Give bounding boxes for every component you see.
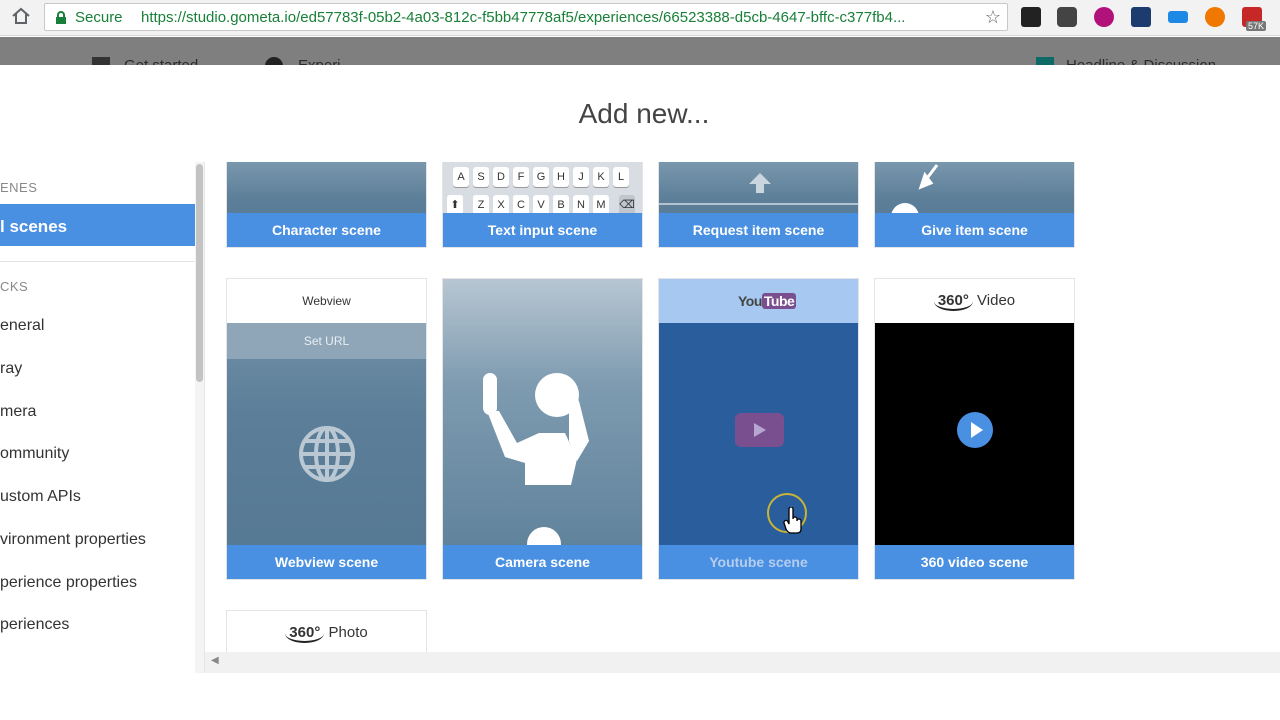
card-webview-scene[interactable]: Webview Set URL Webview scene [226, 278, 427, 580]
secure-label: Secure [75, 9, 123, 26]
url-bar: Set URL [227, 323, 426, 359]
ext-badge: 57K [1246, 21, 1267, 31]
url-text[interactable]: https://studio.gometa.io/ed57783f-05b2-4… [141, 9, 977, 26]
shift-key-icon: ⬆ [447, 195, 463, 215]
play-icon [754, 423, 766, 437]
keyboard-graphic: A S D F G H J K L ⬆ Z X C V B N M ⌫ [443, 162, 642, 215]
divider-line [659, 203, 858, 205]
bookmark-star-icon[interactable]: ☆ [985, 7, 1001, 28]
key: B [553, 195, 569, 215]
play-button [957, 412, 993, 448]
app-icon [92, 57, 110, 65]
key: X [493, 195, 509, 215]
sidebar-item-general[interactable]: eneral [0, 317, 44, 335]
hand-cursor-icon [783, 507, 802, 534]
key: V [533, 195, 549, 215]
key: S [473, 167, 489, 187]
youtube-logo: You Tube [738, 293, 797, 309]
card-label: Webview scene [227, 545, 426, 579]
browser-toolbar: Secure https://studio.gometa.io/ed57783f… [0, 0, 1280, 36]
arrow-up-icon [749, 173, 771, 193]
card-360-video-scene[interactable]: 360° Video 360 video scene [874, 278, 1075, 580]
lock-icon [55, 11, 67, 30]
youtube-logo-tube: Tube [761, 293, 797, 309]
scroll-left-arrow-icon[interactable]: ◀ [211, 655, 219, 666]
card-header-label: Video [977, 292, 1016, 309]
card-header: 360° Video [875, 279, 1074, 323]
key: J [573, 167, 589, 187]
ext-shield-icon[interactable] [1021, 7, 1041, 27]
sidebar-item-label: l scenes [0, 217, 68, 236]
ext-n-icon[interactable] [1131, 7, 1151, 27]
ext-bulb-icon[interactable] [1057, 7, 1077, 27]
card-character-scene[interactable]: Character scene [226, 162, 427, 248]
sidebar-section-blocks: CKS [0, 279, 29, 294]
appbar-item: Get started [124, 57, 198, 65]
card-label: Character scene [227, 213, 426, 247]
card-label: Give item scene [875, 213, 1074, 247]
key: D [493, 167, 509, 187]
card-label: Camera scene [443, 545, 642, 579]
card-text-input-scene[interactable]: A S D F G H J K L ⬆ Z X C V B N M ⌫ Text… [442, 162, 643, 248]
home-icon[interactable] [10, 6, 34, 28]
scene-grid: Character scene A S D F G H J K L ⬆ Z X … [205, 162, 1280, 652]
youtube-logo-you: You [738, 293, 762, 309]
key: F [513, 167, 529, 187]
selfie-person-icon [483, 373, 589, 485]
youtube-play-button [735, 413, 784, 447]
card-request-item-scene[interactable]: Request item scene [658, 162, 859, 248]
card-label: Youtube scene [659, 545, 858, 579]
sidebar-item-array[interactable]: ray [0, 360, 22, 378]
user-icon [265, 57, 283, 65]
card-camera-scene[interactable]: Camera scene [442, 278, 643, 580]
play-icon [971, 422, 983, 438]
sidebar-section-scenes: ENES [0, 180, 38, 195]
card-give-item-scene[interactable]: Give item scene [874, 162, 1075, 248]
sidebar-item-custom-apis[interactable]: ustom APIs [0, 488, 81, 506]
key: M [593, 195, 609, 215]
sidebar-item-experiences[interactable]: periences [0, 616, 69, 634]
key: L [613, 167, 629, 187]
key: N [573, 195, 589, 215]
sidebar-divider [0, 261, 195, 262]
arrow-down-left-icon [918, 164, 939, 190]
ext-circle-icon[interactable] [1094, 7, 1114, 27]
key: H [553, 167, 569, 187]
backspace-key-icon: ⌫ [619, 195, 635, 215]
horizontal-scrollbar[interactable]: ◀ [205, 652, 1280, 673]
card-header-label: Photo [328, 624, 368, 641]
globe-icon [299, 426, 355, 482]
card-label: Request item scene [659, 213, 858, 247]
key: A [453, 167, 469, 187]
card-label: 360 video scene [875, 545, 1074, 579]
status-icon [1036, 57, 1054, 65]
address-bar[interactable]: Secure https://studio.gometa.io/ed57783f… [44, 3, 1008, 31]
key: K [593, 167, 609, 187]
card-header: 360° Photo [227, 611, 426, 652]
category-sidebar: ENES l scenes CKS eneral ray mera ommuni… [0, 162, 205, 673]
ext-cast-icon[interactable] [1168, 11, 1188, 23]
360-badge-icon: 360° [933, 292, 973, 311]
key: G [533, 167, 549, 187]
sidebar-item-all-scenes[interactable]: l scenes [0, 204, 195, 246]
appbar-item: Headline & Discussion [1066, 57, 1216, 65]
360-badge-icon: 360° [285, 624, 325, 643]
sidebar-item-experience-properties[interactable]: perience properties [0, 574, 137, 592]
card-360-photo-scene[interactable]: 360° Photo [226, 610, 427, 652]
sidebar-item-environment-properties[interactable]: vironment properties [0, 531, 146, 549]
modal-title: Add new... [578, 98, 710, 129]
ext-b-icon[interactable] [1205, 7, 1225, 27]
app-header-dimmed: Get started Experi... Headline & Discuss… [0, 37, 1280, 65]
card-label: Text input scene [443, 213, 642, 247]
card-header: Webview [227, 279, 426, 323]
youtube-header: You Tube [659, 279, 858, 323]
key: C [513, 195, 529, 215]
page-footer-area [0, 673, 1280, 720]
appbar-item: Experi... [298, 57, 353, 65]
sidebar-item-community[interactable]: ommunity [0, 445, 69, 463]
sidebar-item-camera[interactable]: mera [0, 403, 36, 421]
card-youtube-scene[interactable]: You Tube Youtube scene [658, 278, 859, 580]
sidebar-scroll-thumb[interactable] [196, 164, 203, 382]
key: Z [473, 195, 489, 215]
